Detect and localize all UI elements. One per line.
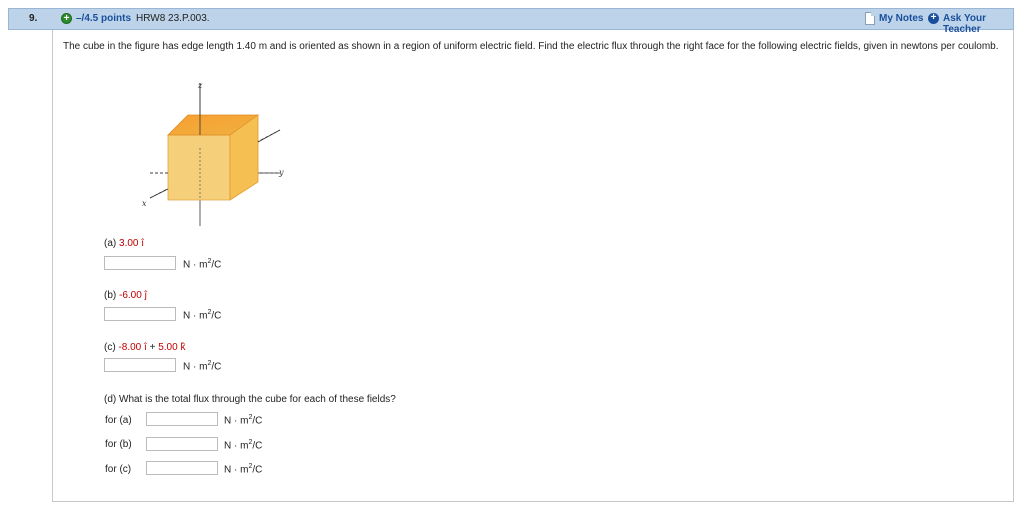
- part-c-label: (c): [104, 342, 116, 353]
- part-d-row-b-label: for (b): [105, 439, 132, 450]
- part-d-row-b-input[interactable]: [146, 437, 218, 451]
- notes-icon[interactable]: [865, 12, 875, 25]
- points-label: –/4.5 points: [76, 13, 132, 24]
- part-d-row-a-label: for (a): [105, 415, 132, 426]
- part-b-unit: N · m2/C: [183, 309, 222, 322]
- part-a-prompt: (a) 3.00 î: [104, 238, 144, 249]
- y-axis-label: y: [278, 168, 284, 177]
- part-d-row-a-unit: N · m2/C: [224, 414, 263, 427]
- part-b-label: (b): [104, 290, 117, 301]
- part-d-prompt: (d) What is the total flux through the c…: [104, 394, 396, 405]
- part-a-answer-input[interactable]: [104, 256, 176, 270]
- z-axis-label: z: [197, 81, 203, 90]
- part-d-row-c-input[interactable]: [146, 461, 218, 475]
- question-text: The cube in the figure has edge length 1…: [63, 41, 999, 52]
- part-c-value2: 5.00 k̂: [158, 342, 186, 353]
- ask-plus-icon[interactable]: +: [928, 13, 939, 24]
- part-b-value: -6.00 ĵ: [119, 290, 147, 301]
- part-c-value1: -8.00 î: [118, 342, 147, 353]
- part-c-prompt: (c) -8.00 î + 5.00 k̂: [104, 342, 185, 353]
- part-d-row-c-label: for (c): [105, 464, 132, 475]
- x-axis-label: x: [142, 199, 147, 208]
- my-notes-link[interactable]: My Notes: [879, 13, 923, 24]
- question-header: 9. + –/4.5 points HRW8 23.P.003. My Note…: [8, 8, 1014, 35]
- question-number: 9.: [29, 13, 38, 24]
- part-a-value: 3.00 î: [119, 238, 145, 249]
- part-b-prompt: (b) -6.00 ĵ: [104, 290, 147, 301]
- part-c-unit: N · m2/C: [183, 360, 222, 373]
- part-a-label: (a): [104, 238, 117, 249]
- part-d-row-a-input[interactable]: [146, 412, 218, 426]
- part-b-answer-input[interactable]: [104, 307, 176, 321]
- part-a-unit: N · m2/C: [183, 258, 222, 271]
- part-c-answer-input[interactable]: [104, 358, 176, 372]
- part-d-row-c-unit: N · m2/C: [224, 463, 263, 476]
- cube-figure: z y x: [142, 81, 284, 226]
- problem-source: HRW8 23.P.003.: [136, 13, 210, 24]
- part-d-row-b-unit: N · m2/C: [224, 439, 263, 452]
- part-c-plus: +: [149, 342, 156, 353]
- expand-plus-icon[interactable]: +: [61, 13, 72, 24]
